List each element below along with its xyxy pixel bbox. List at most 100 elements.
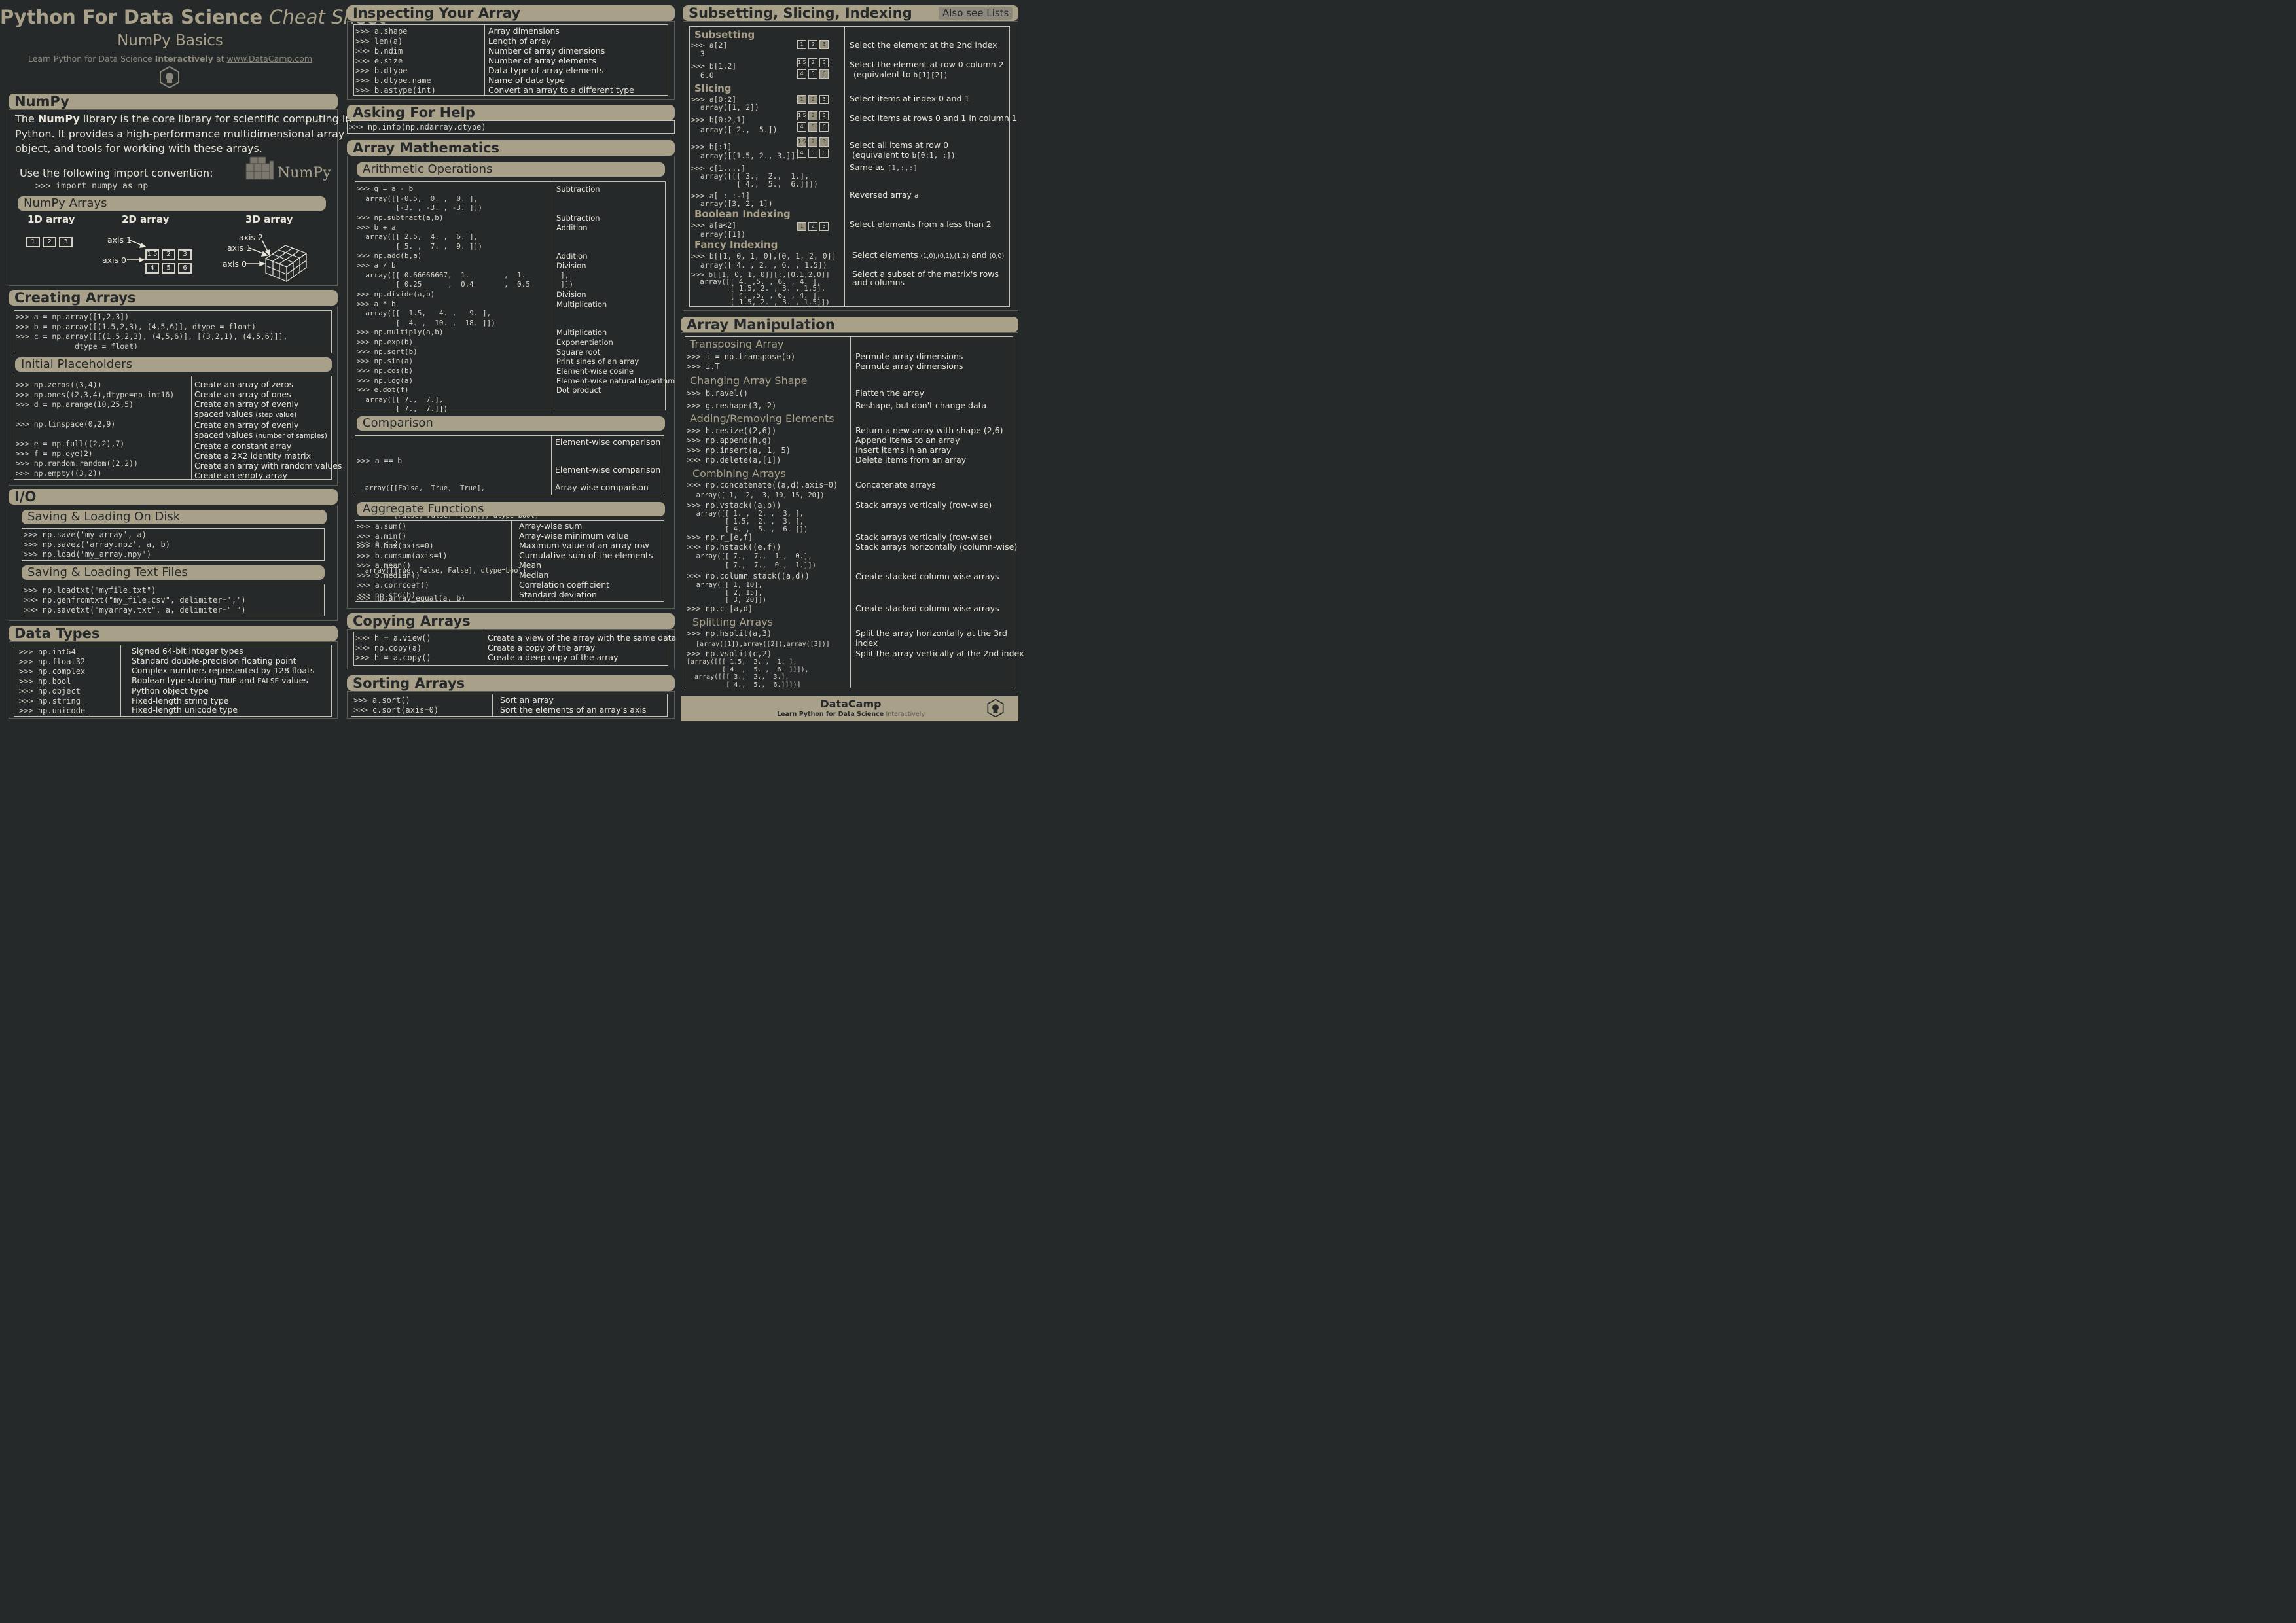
divider xyxy=(492,694,493,717)
splitting-subheader: Splitting Arrays xyxy=(692,616,774,628)
manip-desc: Stack arrays vertically (row-wise) Stack… xyxy=(855,532,1018,552)
manip-code: >>> np.vstack((a,b)) xyxy=(687,501,781,510)
manip-desc: Split the array horizontally at the 3rd … xyxy=(855,628,1007,648)
subsetting-code: >>> b[1,2] 6.0 xyxy=(691,62,737,80)
disk-header: Saving & Loading On Disk xyxy=(22,510,327,524)
index-grid-cell: 5 xyxy=(808,69,817,79)
slicing-subheader: Slicing xyxy=(694,82,732,94)
copying-code: >>> h = a.view() >>> np.copy(a) >>> h = … xyxy=(355,633,431,662)
placeholders-desc: Create an array of zeros Create an array… xyxy=(194,380,342,480)
io-header: I/O xyxy=(9,489,338,505)
fancy-indexing-subheader: Fancy Indexing xyxy=(694,239,778,251)
divider xyxy=(484,24,485,96)
index-grid-cell: 2 xyxy=(808,58,817,67)
index-grid-cell: 3 xyxy=(819,137,829,147)
arith-header: Arithmetic Operations xyxy=(357,162,665,177)
sorting-code: >>> a.sort() >>> c.sort(axis=0) xyxy=(353,696,439,715)
creating-arrays-header: Creating Arrays xyxy=(9,290,338,306)
combining-subheader: Combining Arrays xyxy=(692,467,786,480)
index-grid-cell: 2 xyxy=(808,222,817,231)
placeholders-header: Initial Placeholders xyxy=(15,357,332,372)
transposing-subheader: Transposing Array xyxy=(690,338,784,350)
manip-code: array([[ 1. , 2. , 3. ], [ 1.5, 2. , 3. … xyxy=(696,510,808,533)
slicing-desc: Same as [1,:,:] xyxy=(850,162,918,173)
manip-code: >>> h.resize((2,6)) >>> np.append(h,g) >… xyxy=(687,426,791,465)
subsetting-subheader: Subsetting xyxy=(694,29,755,41)
index-grid-cell: 4 xyxy=(797,149,806,158)
comparison-desc: Element-wise comparison xyxy=(555,437,661,447)
index-grid-cell: 3 xyxy=(819,222,829,231)
divider xyxy=(844,26,845,307)
subsetting-code: >>> a[2] 3 xyxy=(691,41,728,58)
data-types-header: Data Types xyxy=(9,626,338,641)
slicing-code: >>> a[0:2] array([1, 2]) xyxy=(691,95,759,112)
index-grid-cell: 3 xyxy=(819,111,829,120)
aggregate-desc: Array-wise sum Array-wise minimum value … xyxy=(519,521,653,599)
subsetting-desc: (equivalent to b[1][2]) xyxy=(853,69,948,80)
boolean-code: >>> a[a<2] array([1]) xyxy=(691,221,746,239)
manip-desc: Concatenate arrays xyxy=(855,480,936,490)
index-grid-cell: 3 xyxy=(819,58,829,67)
help-header: Asking For Help xyxy=(347,105,675,120)
subsetting-desc: Select the element at the 2nd index xyxy=(850,40,997,50)
manip-code: array([[ 1, 10], [ 2, 15], [ 3, 20]]) xyxy=(696,581,767,604)
manip-code: >>> i = np.transpose(b) >>> i.T xyxy=(687,352,796,371)
copying-desc: Create a view of the array with the same… xyxy=(488,633,677,662)
manip-desc: Split the array vertically at the 2nd in… xyxy=(855,649,1024,658)
comparison-header: Comparison xyxy=(357,416,665,431)
array-manipulation-header: Array Manipulation xyxy=(681,317,1018,332)
disk-code: >>> np.save('my_array', a) >>> np.savez(… xyxy=(24,530,170,559)
manip-desc: Stack arrays vertically (row-wise) xyxy=(855,500,992,510)
index-grid-cell: 1 xyxy=(797,40,806,49)
manip-code: >>> np.hsplit(a,3) xyxy=(687,629,772,638)
index-grid-cell: 1.5 xyxy=(797,58,806,67)
inspecting-code: >>> a.shape >>> len(a) >>> b.ndim >>> e.… xyxy=(355,27,436,95)
slicing-code: >>> c[1,...] array([[[ 3., 2., 1.], [ 4.… xyxy=(691,164,818,188)
slicing-desc: Select items at rows 0 and 1 in column 1 xyxy=(850,113,1017,123)
manip-code: array([[ 7., 7., 1., 0.], [ 7., 7., 0., … xyxy=(696,552,816,569)
index-grid-cell: 1 xyxy=(797,222,806,231)
index-grid-cell: 2 xyxy=(808,95,817,104)
text-code: >>> np.loadtxt("myfile.txt") >>> np.genf… xyxy=(24,586,246,615)
array-math-header: Array Mathematics xyxy=(347,140,675,156)
manip-code: array([ 1, 2, 3, 10, 15, 20]) xyxy=(688,491,825,499)
copying-header: Copying Arrays xyxy=(347,613,675,629)
index-grid-cell: 2 xyxy=(808,137,817,147)
also-see-lists-link[interactable]: Also see Lists xyxy=(939,7,1013,20)
inspecting-desc: Array dimensions Length of array Number … xyxy=(488,26,634,95)
manip-desc: Create stacked column-wise arrays xyxy=(855,603,999,613)
manip-desc: Return a new array with shape (2,6) Appe… xyxy=(855,425,1003,465)
slicing-desc: Select all items at row 0 xyxy=(850,140,949,150)
sorting-header: Sorting Arrays xyxy=(347,675,675,691)
index-grid-cell: 5 xyxy=(808,149,817,158)
manip-code: >>> np.vsplit(c,2) xyxy=(687,649,772,658)
fancy-code: >>> b[[1, 0, 1, 0]][:,[0,1,2,0]] array([… xyxy=(691,270,830,306)
index-grid-cell: 6 xyxy=(819,69,829,79)
creating-code: >>> a = np.array([1,2,3]) >>> b = np.arr… xyxy=(16,312,288,351)
aggregate-code: >>> a.sum() >>> a.min() >>> b.max(axis=0… xyxy=(357,522,448,599)
index-grid-cell: 5 xyxy=(808,122,817,132)
data-types-code: >>> np.int64 >>> np.float32 >>> np.compl… xyxy=(19,647,90,715)
aggregate-header: Aggregate Functions xyxy=(357,502,665,516)
index-grid-cell: 6 xyxy=(819,122,829,132)
footer-tagline: Learn Python for Data Science Interactiv… xyxy=(777,711,925,718)
axis-arrows-icon xyxy=(127,239,308,283)
slicing-code: >>> b[0:2,1] array([ 2., 5.]) xyxy=(691,115,778,134)
cube-3d-icon xyxy=(264,245,308,283)
manip-code: >>> b.ravel() >>> g.reshape(3,-2) xyxy=(687,389,777,410)
divider xyxy=(191,376,192,480)
subsetting-desc: Select the element at row 0 column 2 xyxy=(850,60,1004,69)
manip-code: [array([[[ 1.5, 2. , 1. ], [ 4. , 5. , 6… xyxy=(687,658,809,688)
comparison-desc: Element-wise comparison xyxy=(555,465,661,474)
arith-code: >>> g = a - b array([[-0.5, 0. , 0. ], [… xyxy=(357,185,574,414)
index-grid-cell: 1.5 xyxy=(797,111,806,120)
help-code: >>> np.info(np.ndarray.dtype) xyxy=(349,122,486,132)
slicing-code: >>> b[:1] array([[1.5, 2., 3.]]) xyxy=(691,142,800,160)
index-grid-cell: 1 xyxy=(797,95,806,104)
manip-desc: Create stacked column-wise arrays xyxy=(855,571,999,581)
footer-brand: DataCamp xyxy=(820,698,882,710)
manip-code: >>> np.c_[a,d] xyxy=(687,604,753,613)
index-grid-cell: 1.5 xyxy=(797,137,806,147)
manip-code: >>> np.concatenate((a,d),axis=0) xyxy=(687,480,838,490)
data-types-desc: Signed 64-bit integer types Standard dou… xyxy=(132,646,315,715)
